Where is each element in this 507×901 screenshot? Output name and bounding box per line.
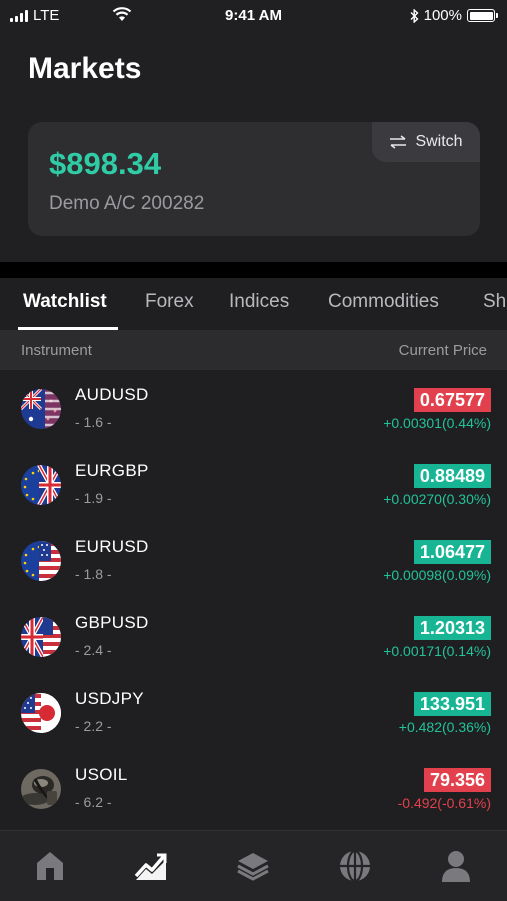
instrument-symbol: AUDUSD <box>75 385 149 404</box>
eu-us-flag-icon <box>21 541 61 581</box>
instrument-row[interactable]: AUDUSD - 1.6 - 0.67577 +0.00301(0.44%) <box>0 370 507 446</box>
instrument-spread: - 2.2 - <box>75 718 112 734</box>
account-balance: $898.34 <box>49 146 162 181</box>
account-card: $898.34 Demo A/C 200282 Switch <box>28 122 480 236</box>
price-change: +0.00270(0.30%) <box>383 491 491 507</box>
market-tabs: Watchlist Forex Indices Commodities Sh <box>0 278 507 331</box>
instrument-symbol: EURGBP <box>75 461 149 480</box>
instrument-row[interactable]: GBPUSD - 2.4 - 1.20313 +0.00171(0.14%) <box>0 598 507 674</box>
instrument-symbol: USOIL <box>75 765 128 784</box>
instrument-spread: - 1.6 - <box>75 414 112 430</box>
home-icon <box>37 852 63 880</box>
tab-shares[interactable]: Sh <box>483 291 506 313</box>
column-header: Instrument Current Price <box>0 331 507 370</box>
tab-commodities[interactable]: Commodities <box>328 291 439 313</box>
nav-portfolio[interactable] <box>235 848 271 884</box>
price-change: +0.00301(0.44%) <box>383 415 491 431</box>
status-bar: LTE 9:41 AM 100% <box>0 0 507 30</box>
instrument-spread: - 6.2 - <box>75 794 112 810</box>
tab-indices[interactable]: Indices <box>229 291 289 313</box>
nav-markets[interactable] <box>133 848 169 884</box>
instrument-column-label: Instrument <box>21 342 92 359</box>
price-column-label: Current Price <box>398 342 487 359</box>
instrument-spread: - 1.9 - <box>75 490 112 506</box>
user-icon <box>442 851 470 882</box>
eu-gb-flag-icon <box>21 465 61 505</box>
gb-us-flag-icon <box>21 617 61 657</box>
chart-icon <box>134 853 167 880</box>
instrument-spread: - 1.8 - <box>75 566 112 582</box>
nav-profile[interactable] <box>438 848 474 884</box>
price-badge: 79.356 <box>423 768 491 792</box>
tab-forex[interactable]: Forex <box>145 291 194 313</box>
account-number: Demo A/C 200282 <box>49 193 205 214</box>
instrument-symbol: USDJPY <box>75 689 144 708</box>
bottom-navigation <box>0 830 507 901</box>
active-tab-indicator <box>18 327 118 330</box>
nav-news[interactable] <box>337 848 373 884</box>
price-badge: 0.67577 <box>413 388 491 412</box>
oil-barrel-icon <box>21 769 61 809</box>
switch-label: Switch <box>415 133 463 150</box>
instrument-row[interactable]: USOIL - 6.2 - 79.356 -0.492(-0.61%) <box>0 750 507 826</box>
layers-icon <box>237 853 269 881</box>
instrument-symbol: GBPUSD <box>75 613 149 632</box>
price-change: +0.482(0.36%) <box>398 719 491 735</box>
swap-icon <box>390 135 407 149</box>
instrument-row[interactable]: USDJPY - 2.2 - 133.951 +0.482(0.36%) <box>0 674 507 750</box>
instrument-row[interactable]: EURUSD - 1.8 - 1.06477 +0.00098(0.09%) <box>0 522 507 598</box>
price-badge: 0.88489 <box>413 464 491 488</box>
section-divider <box>0 262 507 278</box>
price-badge: 1.20313 <box>413 616 491 640</box>
nav-home[interactable] <box>32 848 68 884</box>
price-change: +0.00171(0.14%) <box>383 643 491 659</box>
price-badge: 1.06477 <box>413 540 491 564</box>
page-title: Markets <box>28 52 142 85</box>
header-area: LTE 9:41 AM 100% Markets $898.34 Demo A/… <box>0 0 507 262</box>
price-change: +0.00098(0.09%) <box>383 567 491 583</box>
bluetooth-icon <box>410 8 419 23</box>
tab-watchlist[interactable]: Watchlist <box>23 291 107 313</box>
battery-percent: 100% <box>423 7 462 24</box>
instrument-spread: - 2.4 - <box>75 642 112 658</box>
switch-account-button[interactable]: Switch <box>372 122 480 162</box>
price-badge: 133.951 <box>413 692 491 716</box>
instrument-symbol: EURUSD <box>75 537 149 556</box>
battery-area: 100% <box>410 7 498 24</box>
globe-icon <box>340 849 370 883</box>
us-jp-flag-icon <box>21 693 61 733</box>
battery-icon <box>467 9 498 22</box>
instrument-row[interactable]: EURGBP - 1.9 - 0.88489 +0.00270(0.30%) <box>0 446 507 522</box>
au-us-flag-icon <box>21 389 61 429</box>
price-change: -0.492(-0.61%) <box>397 795 491 811</box>
